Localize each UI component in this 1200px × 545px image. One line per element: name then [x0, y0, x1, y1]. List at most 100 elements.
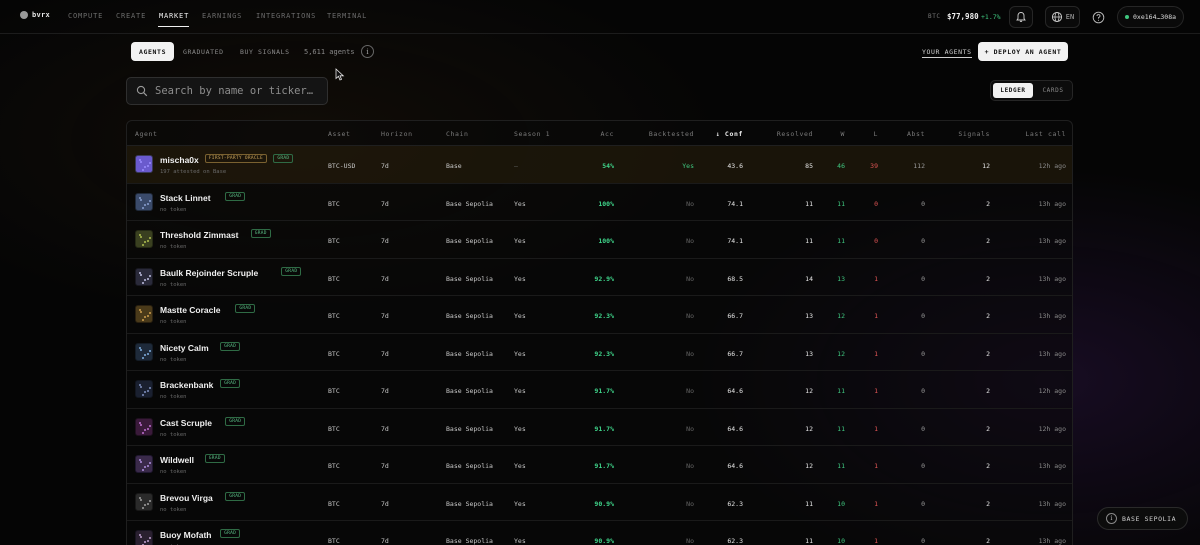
cell-backtested: No: [686, 499, 694, 508]
cell-chain: Base Sepolia: [446, 199, 493, 208]
globe-icon: [1051, 11, 1062, 23]
table-row[interactable]: Brevou Virga GRAD no token BTC 7d Base S…: [127, 484, 1072, 521]
language-button[interactable]: EN: [1045, 6, 1080, 28]
agent-name[interactable]: Nicety Calm: [160, 343, 209, 353]
agent-avatar: [135, 417, 153, 436]
tab-graduated[interactable]: GRADUATED: [175, 42, 232, 61]
cell-conf: 74.1: [727, 199, 743, 208]
grad-badge: GRAD: [273, 154, 294, 163]
cell-conf: 64.6: [727, 387, 743, 395]
search-box[interactable]: [126, 77, 328, 105]
nav-item-market[interactable]: MARKET: [159, 12, 189, 20]
agent-name[interactable]: Brackenbank: [160, 380, 213, 390]
agent-name[interactable]: Wildwell: [160, 455, 194, 465]
cell-horizon: 7d: [381, 312, 389, 320]
cell-conf: 64.6: [727, 462, 743, 470]
agent-name[interactable]: Cast Scruple: [160, 418, 212, 428]
agent-name[interactable]: Brevou Virga: [160, 493, 213, 503]
view-ledger-button[interactable]: LEDGER: [993, 83, 1033, 98]
tab-buy-signals[interactable]: BUY SIGNALS: [232, 42, 298, 61]
col-last-call[interactable]: Last call: [1025, 130, 1066, 138]
cell-horizon: 7d: [381, 274, 389, 283]
table-row[interactable]: Nicety Calm GRAD no token BTC 7d Base Se…: [127, 334, 1072, 371]
cell-conf: 62.3: [727, 537, 743, 545]
col-season[interactable]: Season 1: [514, 130, 550, 138]
cell-wins: 46: [837, 162, 845, 170]
cell-season: Yes: [514, 349, 526, 358]
col-chain[interactable]: Chain: [446, 130, 469, 138]
wallet-address: 0xe164…308a: [1133, 13, 1177, 21]
table-row[interactable]: mischa0x FIRST-PARTY ORACLE GRAD 197 atte…: [127, 146, 1072, 184]
your-agents-link[interactable]: YOUR AGENTS: [922, 48, 972, 58]
nav-item-compute[interactable]: COMPUTE: [68, 12, 103, 20]
table-row[interactable]: Wildwell GRAD no token BTC 7d Base Sepol…: [127, 446, 1072, 484]
nav-item-earnings[interactable]: EARNINGS: [202, 12, 242, 20]
cell-acc: 54%: [602, 162, 614, 170]
cell-chain: Base Sepolia: [446, 312, 493, 320]
cell-last-call: 12h ago: [1038, 424, 1066, 433]
col-resolved[interactable]: Resolved: [777, 130, 813, 138]
cell-season: Yes: [514, 424, 526, 433]
col-asset[interactable]: Asset: [328, 130, 351, 138]
cell-season: Yes: [514, 537, 526, 545]
table-row[interactable]: Stack Linnet GRAD no token BTC 7d Base S…: [127, 184, 1072, 221]
table-row[interactable]: Cast Scruple GRAD no token BTC 7d Base S…: [127, 409, 1072, 446]
cell-acc: 90.9%: [594, 537, 614, 545]
wallet-button[interactable]: 0xe164…308a: [1117, 6, 1184, 28]
cell-signals: 2: [986, 274, 990, 283]
info-icon[interactable]: i: [361, 45, 374, 58]
deploy-agent-button[interactable]: + DEPLOY AN AGENT: [978, 42, 1068, 61]
cell-resolved: 12: [805, 387, 813, 395]
cell-conf: 43.6: [727, 162, 743, 170]
cell-signals: 2: [986, 537, 990, 545]
col-l[interactable]: L: [873, 130, 878, 138]
agent-name[interactable]: Stack Linnet: [160, 193, 211, 203]
table-row[interactable]: Buoy Mofath GRAD no token BTC 7d Base Se…: [127, 521, 1072, 545]
cell-wins: 10: [837, 499, 845, 508]
agent-name[interactable]: mischa0x: [160, 155, 199, 165]
col-backtested[interactable]: Backtested: [649, 130, 694, 138]
nav-item-integrations[interactable]: INTEGRATIONS: [256, 12, 316, 20]
col-acc[interactable]: Acc: [600, 130, 614, 138]
col-w[interactable]: W: [840, 130, 845, 138]
network-badge[interactable]: i BASE SEPOLIA: [1097, 507, 1188, 530]
cell-resolved: 11: [805, 499, 813, 508]
nav-item-create[interactable]: CREATE: [116, 12, 146, 20]
col-conf[interactable]: ↓ Conf: [716, 130, 743, 138]
nav-item-terminal[interactable]: TERMINAL: [327, 12, 367, 20]
agent-name[interactable]: Mastte Coracle: [160, 305, 220, 315]
cell-backtested: No: [686, 424, 694, 433]
view-cards-button[interactable]: CARDS: [1035, 83, 1071, 98]
agent-name[interactable]: Buoy Mofath: [160, 530, 211, 540]
logo-mark-icon: [20, 11, 28, 19]
agent-token: no token: [160, 319, 187, 325]
table-row[interactable]: Baulk Rejoinder Scruple GRAD no token BT…: [127, 259, 1072, 296]
col-signals[interactable]: Signals: [958, 130, 990, 138]
tab-agents[interactable]: AGENTS: [131, 42, 175, 61]
grad-badge: GRAD: [250, 229, 271, 238]
table-row[interactable]: Brackenbank GRAD no token BTC 7d Base Se…: [127, 371, 1072, 409]
notifications-button[interactable]: [1009, 6, 1033, 28]
cell-resolved: 11: [805, 237, 813, 245]
cell-abstains: 0: [921, 274, 925, 283]
help-button[interactable]: [1087, 6, 1109, 28]
brand-logo[interactable]: bvrx: [20, 11, 50, 19]
agent-avatar: [135, 380, 153, 398]
cell-resolved: 13: [805, 312, 813, 320]
search-input[interactable]: [155, 85, 325, 97]
agent-name[interactable]: Baulk Rejoinder Scruple: [160, 268, 258, 278]
agent-token: no token: [160, 244, 187, 250]
agent-name[interactable]: Threshold Zimmast: [160, 230, 238, 240]
col-abst[interactable]: Abst: [907, 130, 925, 138]
bell-icon: [1016, 12, 1026, 22]
table-row[interactable]: Threshold Zimmast GRAD no token BTC 7d B…: [127, 221, 1072, 259]
cell-losses: 1: [874, 537, 878, 545]
agent-avatar: [135, 530, 153, 545]
col-horizon[interactable]: Horizon: [381, 130, 413, 138]
help-icon: [1092, 11, 1104, 23]
agent-avatar: [135, 192, 153, 211]
top-nav: bvrx COMPUTE CREATE MARKET EARNINGS INTE…: [0, 0, 1200, 34]
cell-losses: 1: [874, 499, 878, 508]
col-agent[interactable]: Agent: [135, 130, 158, 138]
table-row[interactable]: Mastte Coracle GRAD no token BTC 7d Base…: [127, 296, 1072, 334]
